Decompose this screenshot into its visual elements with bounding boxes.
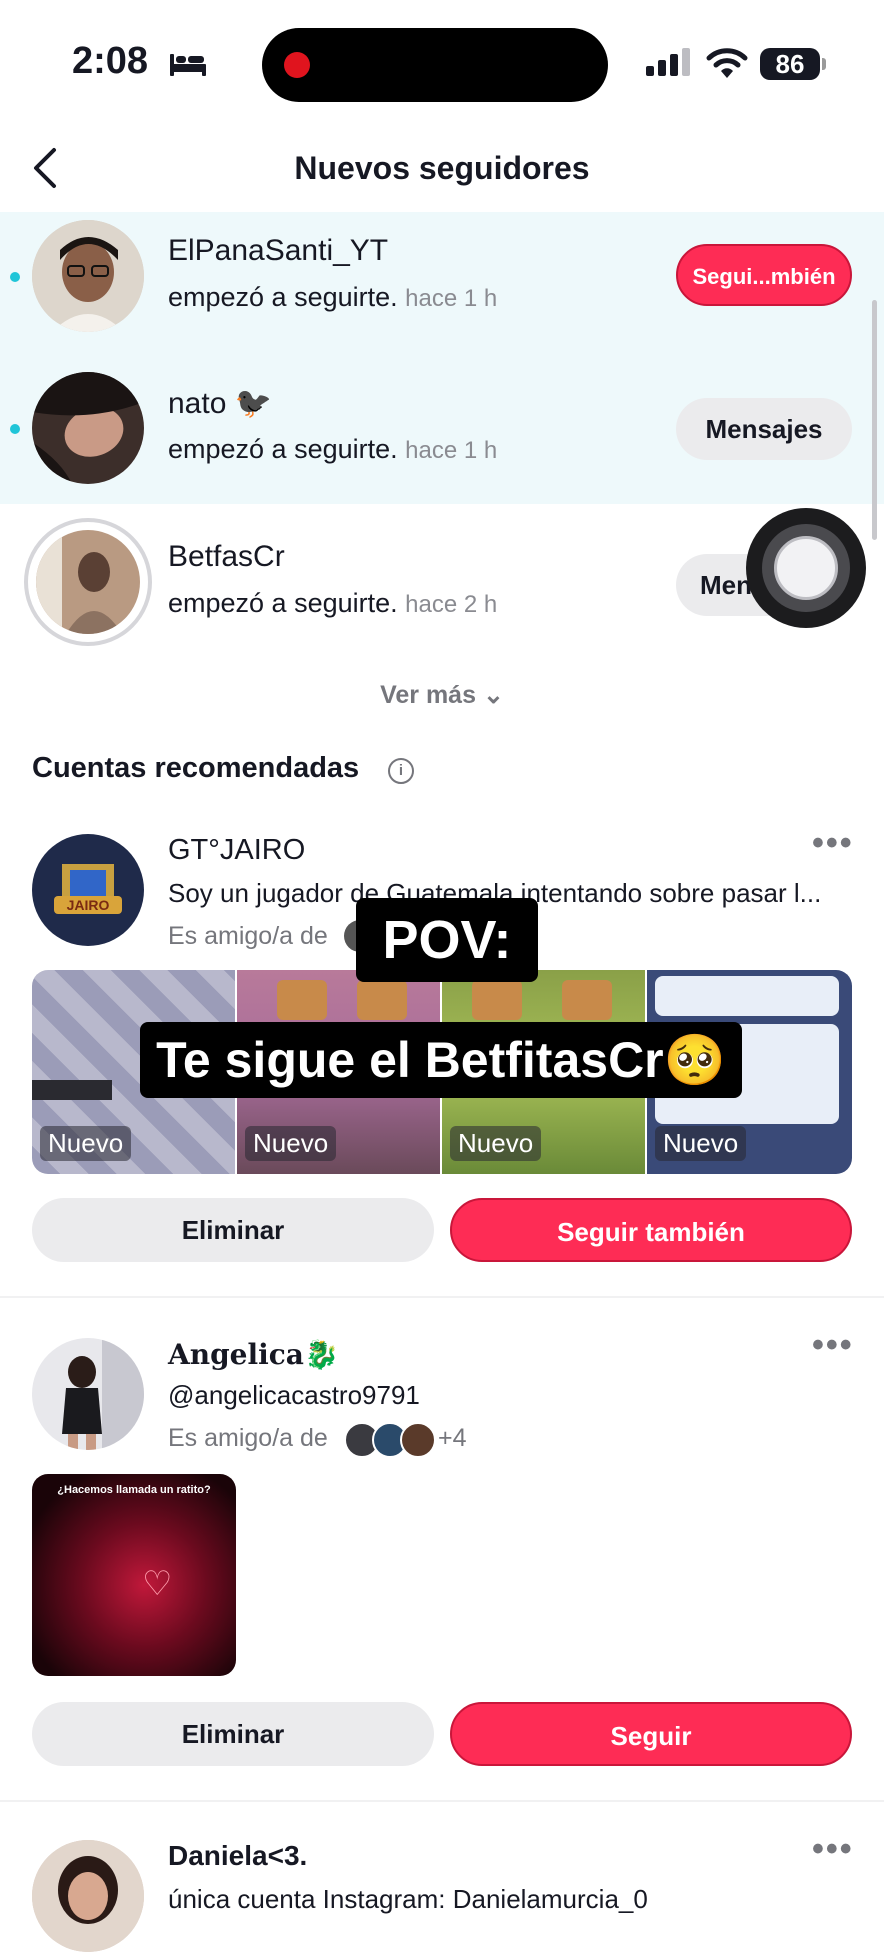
account-handle: @angelicacastro9791 — [168, 1380, 420, 1410]
video-caption: ¿Hacemos llamada un ratito? — [57, 1484, 211, 1496]
overlay-caption: Te sigue el BetfitasCr🥺 — [140, 1022, 742, 1098]
heart-icon: ♡ — [142, 1565, 173, 1603]
cellular-signal-icon — [646, 48, 694, 76]
more-options-icon[interactable]: ••• — [812, 1830, 854, 1869]
overlay-caption-pov: POV: — [356, 898, 538, 982]
page-title: Nuevos seguidores — [294, 150, 590, 186]
recording-indicator — [284, 52, 310, 78]
video-thumbnail[interactable]: ¿Hacemos llamada un ratito? ♡ — [32, 1474, 236, 1676]
divider — [0, 1800, 884, 1802]
battery-indicator: 86 — [760, 48, 820, 80]
avatar[interactable] — [32, 220, 144, 332]
new-badge: Nuevo — [655, 1126, 747, 1161]
avatar[interactable] — [32, 1840, 144, 1952]
mutual-friends: Es amigo/a de — [168, 1424, 328, 1452]
new-badge: Nuevo — [450, 1126, 542, 1161]
remove-button[interactable]: Eliminar — [32, 1702, 434, 1766]
wifi-icon — [706, 48, 748, 78]
follower-name[interactable]: ElPanaSanti_YT — [168, 234, 388, 268]
follower-name[interactable]: nato 🐦‍⬛ — [168, 386, 272, 421]
dynamic-island — [262, 28, 608, 102]
account-bio: única cuenta Instagram: Danielamurcia_0 — [168, 1884, 648, 1914]
account-name[interactable]: Angelica🐉 — [168, 1338, 339, 1371]
follower-name[interactable]: BetfasCr — [168, 540, 285, 574]
avatar[interactable] — [32, 1338, 144, 1450]
remove-button[interactable]: Eliminar — [32, 1198, 434, 1262]
divider — [0, 1296, 884, 1298]
sleep-focus-icon — [170, 54, 206, 76]
scroll-indicator[interactable] — [872, 300, 877, 540]
more-options-icon[interactable]: ••• — [812, 1326, 854, 1365]
svg-text:JAIRO: JAIRO — [67, 897, 110, 913]
unread-dot — [10, 424, 20, 434]
more-options-icon[interactable]: ••• — [812, 824, 854, 863]
follow-back-button[interactable]: Seguir también — [450, 1198, 852, 1262]
unread-dot — [10, 272, 20, 282]
status-time: 2:08 — [72, 40, 149, 82]
mutual-friends: Es amigo/a de — [168, 922, 328, 950]
info-icon[interactable]: i — [388, 758, 414, 784]
follower-activity: empezó a seguirte. hace 1 h — [168, 282, 498, 312]
follow-button[interactable]: Seguir — [450, 1702, 852, 1766]
avatar[interactable] — [32, 372, 144, 484]
follower-activity: empezó a seguirte. hace 2 h — [168, 588, 498, 618]
avatar[interactable]: JAIRO — [32, 834, 144, 946]
see-more-button[interactable]: Ver más ⌄ — [0, 680, 884, 710]
mutual-avatar — [400, 1422, 436, 1458]
account-name[interactable]: GT°JAIRO — [168, 834, 305, 867]
avatar-story-ring[interactable] — [24, 518, 152, 646]
new-badge: Nuevo — [245, 1126, 337, 1161]
chevron-down-icon: ⌄ — [482, 681, 504, 709]
account-name[interactable]: Daniela<3. — [168, 1840, 307, 1872]
follow-back-button[interactable]: Segui...mbién — [676, 244, 852, 306]
assistive-touch-button[interactable] — [746, 508, 866, 628]
follower-activity: empezó a seguirte. hace 1 h — [168, 434, 498, 464]
battery-tip — [822, 58, 826, 70]
section-title: Cuentas recomendadas — [32, 752, 360, 784]
new-badge: Nuevo — [40, 1126, 132, 1161]
mutual-count: +4 — [438, 1424, 467, 1452]
messages-button[interactable]: Mensajes — [676, 398, 852, 460]
